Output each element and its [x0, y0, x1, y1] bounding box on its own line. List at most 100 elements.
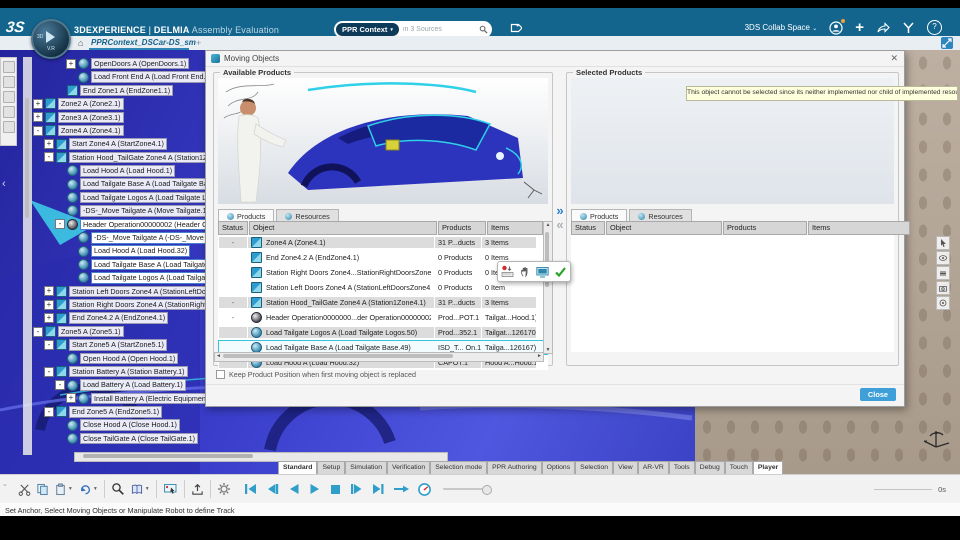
play-reverse-icon[interactable]: [287, 482, 301, 496]
tree-expander[interactable]: +: [44, 139, 54, 150]
avatar[interactable]: [829, 18, 846, 35]
available-products-preview-3d[interactable]: [218, 78, 548, 204]
tree-item[interactable]: + Zone3 A (Zone3.1): [31, 111, 215, 124]
tree-expander[interactable]: -: [44, 406, 54, 417]
tree-item[interactable]: +Load Hood A (Load Hood.32): [31, 244, 215, 257]
viewport-3d[interactable]: ‹ +OpenDoors A (OpenDoors.1)+Load Front …: [0, 50, 960, 474]
undo-icon[interactable]: ▼: [78, 483, 98, 496]
spec-tree[interactable]: +OpenDoors A (OpenDoors.1)+Load Front En…: [31, 57, 215, 447]
table-horizontal-scrollbar[interactable]: ◄ ►: [214, 352, 544, 362]
close-button[interactable]: Close: [860, 388, 896, 401]
tree-item[interactable]: - Zone4 A (Zone4.1): [31, 124, 215, 137]
tree-expander[interactable]: -: [44, 152, 54, 163]
tree-item[interactable]: +Load Hood A (Load Hood.1): [31, 164, 215, 177]
tree-item[interactable]: +-DS-_Move Tailgate A (Move Tailgate.1): [31, 204, 215, 217]
toolbar-collapse-chevron[interactable]: ⌄: [2, 480, 8, 488]
tree-item[interactable]: +Load Tailgate Logos A (Load Tailgate Lo…: [31, 271, 215, 284]
advance-icon[interactable]: [393, 482, 410, 496]
scroll-down-icon[interactable]: ▼: [544, 347, 552, 353]
zoom-icon[interactable]: [111, 482, 125, 496]
column-header[interactable]: Items: [487, 221, 543, 235]
expand-icon[interactable]: [941, 37, 953, 49]
workbench-tab-ppr-authoring[interactable]: PPR Authoring: [487, 461, 542, 474]
tree-item[interactable]: +End Zone1 A (EndZone1.1): [31, 84, 215, 97]
share-icon[interactable]: [876, 21, 890, 34]
tag-icon[interactable]: [508, 21, 522, 35]
tree-item[interactable]: + Start Zone4 A (StartZone4.1): [31, 137, 215, 150]
collab-space-dropdown[interactable]: 3DS Collab Space ⌄: [745, 23, 818, 32]
dialog-title-bar[interactable]: Moving Objects ✕: [206, 51, 904, 67]
table-row[interactable]: Station Left Doors Zone4 A (StationLeftD…: [218, 280, 548, 295]
tree-item[interactable]: +Close TailGate A (Close TailGate.1): [31, 432, 215, 445]
scroll-right-icon[interactable]: ►: [537, 353, 542, 359]
search-input[interactable]: in 3 Sources: [403, 26, 476, 33]
tree-item[interactable]: + Station Right Doors Zone4 A (StationRig…: [31, 298, 215, 311]
workbench-tab-selection-mode[interactable]: Selection mode: [430, 461, 488, 474]
layers-icon[interactable]: [936, 266, 950, 280]
tree-item[interactable]: +Close Hood A (Close Hood.1): [31, 419, 215, 432]
tree-item[interactable]: +Load Front End A (Load Front End.1): [31, 70, 215, 83]
tree-expander[interactable]: +: [33, 98, 43, 109]
compass-badge-icon[interactable]: 3D V.R: [31, 19, 71, 59]
keep-position-checkbox[interactable]: [216, 370, 225, 379]
tree-expander[interactable]: +: [66, 393, 76, 404]
tree-item[interactable]: - Header Operation00000002 (Header Operat…: [31, 218, 215, 231]
chevron-down-icon[interactable]: ▼: [68, 486, 73, 492]
column-header[interactable]: Status: [218, 221, 248, 235]
document-tab[interactable]: PPRContext_DSCar-DS_sm: [91, 38, 196, 47]
tree-item[interactable]: +Load Tailgate Logos A (Load Tailgate Lo…: [31, 191, 215, 204]
visibility-icon[interactable]: [936, 251, 950, 265]
play-icon[interactable]: [308, 482, 322, 496]
3ds-logo-icon[interactable]: 3S: [5, 19, 26, 36]
export-icon[interactable]: [191, 483, 204, 496]
tree-item[interactable]: - Station Battery A (Station Battery.1): [31, 365, 215, 378]
capture-icon[interactable]: [163, 482, 178, 496]
column-header[interactable]: Products: [723, 221, 807, 235]
tree-item[interactable]: - Station Hood_TailGate Zone4 A (Station1…: [31, 151, 215, 164]
workbench-tab-simulation[interactable]: Simulation: [345, 461, 387, 474]
brand-play-icon[interactable]: [902, 21, 915, 34]
workbench-tab-setup[interactable]: Setup: [317, 461, 346, 474]
home-icon[interactable]: ⌂: [78, 38, 83, 48]
pan-icon[interactable]: [519, 265, 531, 278]
scroll-left-icon[interactable]: ◄: [216, 353, 221, 359]
speed-slider[interactable]: [442, 485, 492, 495]
settings-icon[interactable]: [217, 482, 231, 496]
tree-expander[interactable]: -: [33, 326, 43, 337]
mini-tool-icon[interactable]: [2, 91, 15, 103]
skip-start-icon[interactable]: [243, 482, 258, 496]
tree-item[interactable]: +Load Tailgate Base A (Load Tailgate Bas…: [31, 258, 215, 271]
timer-icon[interactable]: [417, 482, 432, 497]
tree-item[interactable]: - Load Battery A (Load Battery.1): [31, 378, 215, 391]
chevron-down-icon[interactable]: ▼: [93, 486, 98, 492]
tree-expander[interactable]: +: [66, 58, 76, 69]
step-forward-icon[interactable]: [349, 482, 364, 496]
search-icon[interactable]: [476, 22, 491, 37]
help-icon[interactable]: ?: [927, 20, 942, 35]
tree-item[interactable]: - Start Zone5 A (StartZone5.1): [31, 338, 215, 351]
copy-icon[interactable]: [36, 483, 49, 496]
column-header[interactable]: Status: [571, 221, 605, 235]
workbench-tab-selection[interactable]: Selection: [575, 461, 614, 474]
column-header[interactable]: Object: [606, 221, 722, 235]
mini-tool-icon[interactable]: [2, 76, 15, 88]
table-row[interactable]: - Zone4 A (Zone4.1) 31 P...ducts 3 Items: [218, 235, 548, 250]
workbench-tab-verification[interactable]: Verification: [386, 461, 431, 474]
target-icon[interactable]: [936, 296, 950, 310]
column-header[interactable]: Products: [438, 221, 486, 235]
workbench-tab-tools[interactable]: Tools: [668, 461, 695, 474]
tree-item[interactable]: +Load Tailgate Base A (Load Tailgate Bas…: [31, 178, 215, 191]
mini-tool-icon[interactable]: [2, 121, 15, 133]
add-content-button[interactable]: +: [855, 20, 864, 35]
transfer-add-icon[interactable]: »: [553, 204, 567, 218]
tree-expander[interactable]: -: [44, 339, 54, 350]
tree-item[interactable]: + OpenDoors A (OpenDoors.1): [31, 57, 215, 70]
tree-item[interactable]: + End Zone4.2 A (EndZone4.1): [31, 311, 215, 324]
table-row[interactable]: - Header Operation0000000...der Operation…: [218, 310, 548, 325]
workbench-tab-options[interactable]: Options: [541, 461, 576, 474]
workbench-tab-debug[interactable]: Debug: [694, 461, 725, 474]
axis-compass-icon[interactable]: [920, 422, 952, 452]
mini-tool-icon[interactable]: [2, 61, 15, 73]
tree-expander[interactable]: +: [33, 112, 43, 123]
tree-expander[interactable]: -: [55, 380, 65, 391]
